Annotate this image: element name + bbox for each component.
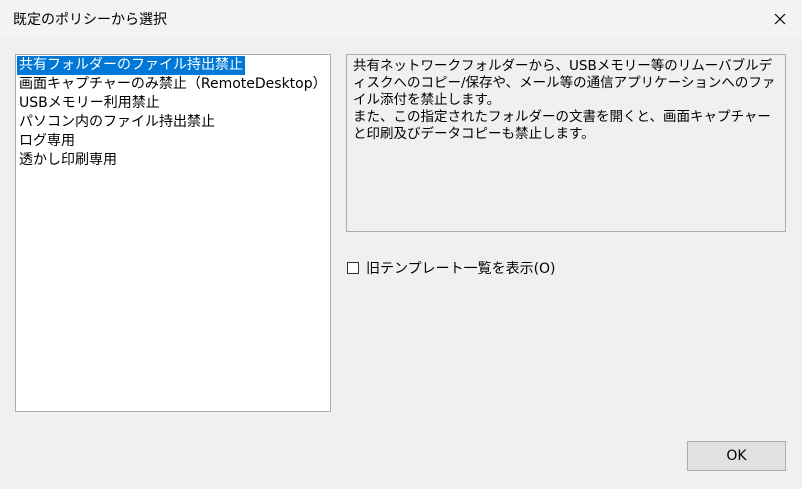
policy-description: 共有ネットワークフォルダーから、USBメモリー等のリムーバブルディスクへのコピー… xyxy=(346,54,786,232)
old-template-checkbox[interactable] xyxy=(347,262,359,274)
policy-list-item[interactable]: パソコン内のファイル持出禁止 xyxy=(17,113,330,132)
policy-list-item[interactable]: 共有フォルダーのファイル持出禁止 xyxy=(17,56,245,75)
policy-list-item[interactable]: USBメモリー利用禁止 xyxy=(17,94,330,113)
old-template-checkbox-row[interactable]: 旧テンプレート一覧を表示(O) xyxy=(347,258,556,278)
policy-listbox[interactable]: 共有フォルダーのファイル持出禁止 画面キャプチャーのみ禁止（RemoteDesk… xyxy=(15,54,331,412)
close-icon xyxy=(774,13,786,25)
policy-list-item[interactable]: 透かし印刷専用 xyxy=(17,151,330,170)
window-title: 既定のポリシーから選択 xyxy=(13,12,167,28)
policy-list-item[interactable]: ログ専用 xyxy=(17,132,330,151)
policy-list-item[interactable]: 画面キャプチャーのみ禁止（RemoteDesktop） xyxy=(17,75,330,94)
ok-button[interactable]: OK xyxy=(687,441,786,471)
close-button[interactable] xyxy=(758,0,802,38)
title-bar: 既定のポリシーから選択 xyxy=(0,0,802,38)
old-template-checkbox-label: 旧テンプレート一覧を表示(O) xyxy=(366,261,556,277)
